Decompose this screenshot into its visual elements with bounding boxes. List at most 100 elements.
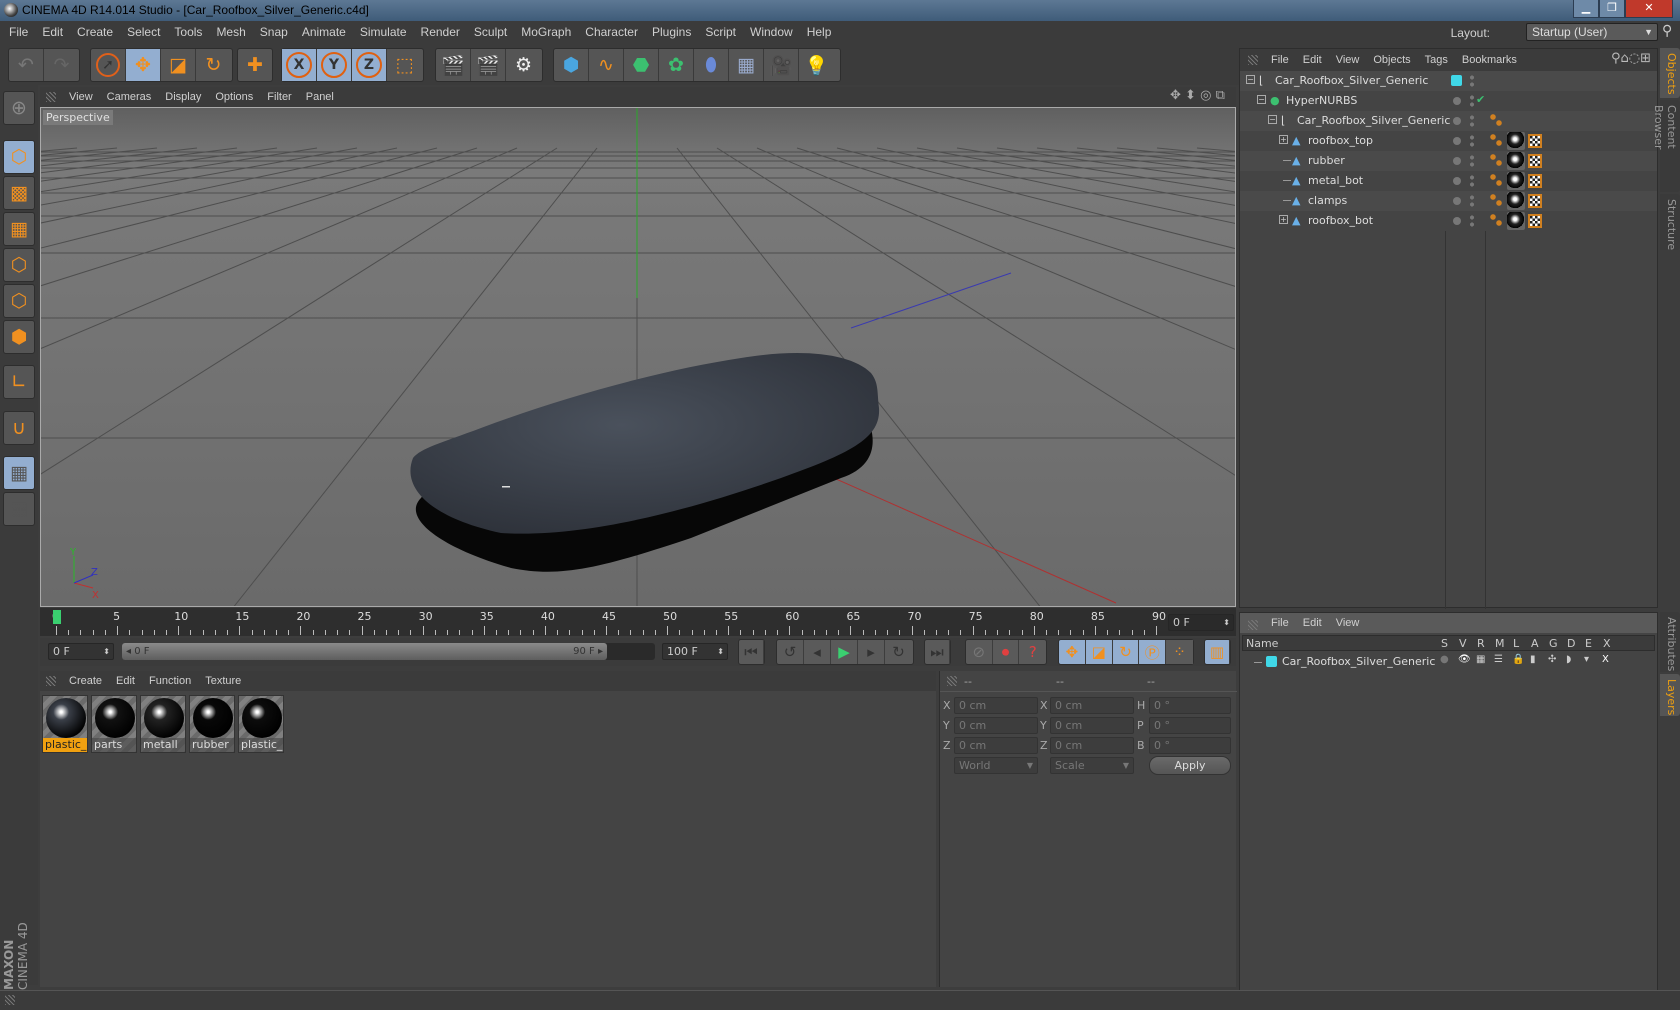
y-axis-lock-icon[interactable]: Y bbox=[317, 49, 352, 81]
material-menu-edit[interactable]: Edit bbox=[109, 671, 142, 691]
expand-icon[interactable]: + bbox=[1279, 135, 1288, 144]
play-icon[interactable]: ▶ bbox=[831, 640, 858, 664]
material-swatch[interactable]: parts bbox=[91, 695, 137, 753]
menu-plugins[interactable]: Plugins bbox=[645, 21, 698, 43]
layer-row[interactable]: Car_Roofbox_Silver_Generic ● 👁 ▦ ☰ 🔒 ▮ ✣ ◗ ▾ X bbox=[1242, 653, 1655, 671]
render-visibility-dots[interactable] bbox=[1470, 74, 1474, 88]
texture-tag-icon[interactable] bbox=[1528, 154, 1542, 168]
perspective-viewport[interactable]: Y X Z Perspective bbox=[40, 107, 1236, 607]
xref-icon[interactable]: X bbox=[1602, 654, 1609, 665]
next-frame-icon[interactable]: ▸ bbox=[858, 640, 885, 664]
z-axis-lock-icon[interactable]: Z bbox=[352, 49, 387, 81]
menu-animate[interactable]: Animate bbox=[295, 21, 353, 43]
material-menu-texture[interactable]: Texture bbox=[198, 671, 248, 691]
position-field[interactable]: 0 cm bbox=[954, 717, 1038, 734]
search-icon[interactable]: ⚲ bbox=[1662, 23, 1672, 39]
visibility-dot[interactable] bbox=[1453, 177, 1461, 185]
deformer-icon[interactable]: ⬮ bbox=[694, 49, 729, 81]
floor-icon[interactable]: ▦ bbox=[729, 49, 764, 81]
phong-tag-icon[interactable] bbox=[1490, 154, 1502, 166]
render-visibility-dots[interactable] bbox=[1470, 94, 1474, 108]
end-frame-field[interactable]: 100 F ⬍ bbox=[662, 643, 728, 660]
viewport-menu-filter[interactable]: Filter bbox=[260, 87, 298, 107]
visibility-dot[interactable] bbox=[1453, 157, 1461, 165]
menu-window[interactable]: Window bbox=[743, 21, 800, 43]
spinner-icon[interactable]: ⬍ bbox=[103, 644, 110, 659]
layer-color-swatch[interactable] bbox=[1451, 75, 1462, 86]
object-menu-tags[interactable]: Tags bbox=[1418, 49, 1455, 71]
dolly-icon[interactable]: ⬍ bbox=[1185, 88, 1196, 103]
phong-tag-icon[interactable] bbox=[1490, 114, 1502, 126]
start-frame-field[interactable]: 0 F ⬍ bbox=[48, 643, 114, 660]
scale-field[interactable]: 0 cm bbox=[1050, 737, 1134, 754]
visibility-dot[interactable] bbox=[1453, 217, 1461, 225]
object-menu-file[interactable]: File bbox=[1264, 49, 1296, 71]
autokey-icon[interactable]: ? bbox=[1019, 640, 1046, 664]
object-menu-bookmarks[interactable]: Bookmarks bbox=[1455, 49, 1524, 71]
side-tab-layers[interactable]: Layers bbox=[1660, 674, 1680, 716]
scale-field[interactable]: 0 cm bbox=[1050, 697, 1134, 714]
texture-tag-icon[interactable] bbox=[1528, 134, 1542, 148]
layer-column-r[interactable]: R bbox=[1477, 637, 1485, 650]
polygons-mode-icon[interactable]: ⬢ bbox=[3, 320, 35, 354]
layer-column-d[interactable]: D bbox=[1567, 637, 1575, 650]
render-visibility-dots[interactable] bbox=[1470, 194, 1474, 208]
layer-color-swatch[interactable] bbox=[1266, 656, 1277, 667]
redo-icon[interactable]: ↷ bbox=[44, 49, 79, 81]
material-menu-function[interactable]: Function bbox=[142, 671, 198, 691]
menu-sculpt[interactable]: Sculpt bbox=[467, 21, 514, 43]
spline-pen-icon[interactable]: ∿ bbox=[589, 49, 624, 81]
lock-icon[interactable]: 🔒 bbox=[1512, 654, 1524, 665]
object-row[interactable]: ▲ clamps bbox=[1240, 191, 1657, 211]
rotation-field[interactable]: 0 ° bbox=[1149, 717, 1231, 734]
render-visibility-dots[interactable] bbox=[1470, 214, 1474, 228]
scale-field[interactable]: 0 cm bbox=[1050, 717, 1134, 734]
menu-file[interactable]: File bbox=[2, 21, 35, 43]
key-scale-icon[interactable]: ◪ bbox=[1086, 640, 1113, 664]
phong-tag-icon[interactable] bbox=[1490, 194, 1502, 206]
object-row[interactable]: ▲ metal_bot bbox=[1240, 171, 1657, 191]
object-row[interactable]: + ▲ roofbox_top bbox=[1240, 131, 1657, 151]
next-key-icon[interactable]: ↻ bbox=[885, 640, 912, 664]
object-menu-view[interactable]: View bbox=[1329, 49, 1367, 71]
light-icon[interactable]: 💡 bbox=[799, 49, 834, 81]
viewport-menu-view[interactable]: View bbox=[62, 87, 100, 107]
orbit-icon[interactable]: ◎ bbox=[1200, 88, 1211, 103]
texture-tag-icon[interactable] bbox=[1528, 174, 1542, 188]
key-rotation-icon[interactable]: ↻ bbox=[1113, 640, 1140, 664]
texture-tag-icon[interactable] bbox=[1528, 194, 1542, 208]
object-menu-edit[interactable]: Edit bbox=[1296, 49, 1329, 71]
object-menu-objects[interactable]: Objects bbox=[1366, 49, 1417, 71]
side-tab-structure[interactable]: Structure bbox=[1660, 194, 1680, 250]
material-swatch[interactable]: plastic_b bbox=[238, 695, 284, 753]
menu-mograph[interactable]: MoGraph bbox=[514, 21, 578, 43]
record-active-icon[interactable]: ⏺ bbox=[993, 640, 1020, 664]
object-name[interactable]: metal_bot bbox=[1308, 174, 1363, 187]
array-icon[interactable]: ✿ bbox=[659, 49, 694, 81]
panel-grip[interactable] bbox=[46, 676, 56, 686]
layer-column-x[interactable]: X bbox=[1603, 637, 1611, 650]
new-window-icon[interactable]: ⊞ bbox=[1640, 51, 1651, 66]
render-visibility-dots[interactable] bbox=[1470, 154, 1474, 168]
render-picture-viewer-icon[interactable]: 🎬 bbox=[471, 49, 506, 81]
axis-mode-icon[interactable]: ∟ bbox=[3, 365, 35, 399]
object-row[interactable]: − ⌊ Car_Roofbox_Silver_Generic bbox=[1240, 71, 1657, 91]
visibility-dot[interactable] bbox=[1453, 117, 1461, 125]
camera-icon[interactable]: 🎥 bbox=[764, 49, 799, 81]
phong-tag-icon[interactable] bbox=[1490, 134, 1502, 146]
animation-icon[interactable]: ▮ bbox=[1530, 654, 1536, 665]
object-row[interactable]: − ● HyperNURBS ✔ bbox=[1240, 91, 1657, 111]
workplane-mode-icon[interactable]: ▦ bbox=[3, 212, 35, 246]
close-button[interactable]: ✕ bbox=[1625, 0, 1673, 18]
phong-tag-icon[interactable] bbox=[1490, 214, 1502, 226]
texture-mode-icon[interactable]: ▩ bbox=[3, 176, 35, 210]
material-swatch[interactable]: rubber bbox=[189, 695, 235, 753]
material-menu-create[interactable]: Create bbox=[62, 671, 109, 691]
panel-grip[interactable] bbox=[1248, 55, 1258, 65]
minimize-button[interactable]: ▁ bbox=[1573, 0, 1599, 18]
material-swatch[interactable]: metall bbox=[140, 695, 186, 753]
layer-column-m[interactable]: M bbox=[1495, 637, 1505, 650]
visible-editor-icon[interactable]: 👁 bbox=[1458, 654, 1471, 665]
apply-button[interactable]: Apply bbox=[1149, 756, 1231, 775]
x-axis-lock-icon[interactable]: X bbox=[282, 49, 317, 81]
